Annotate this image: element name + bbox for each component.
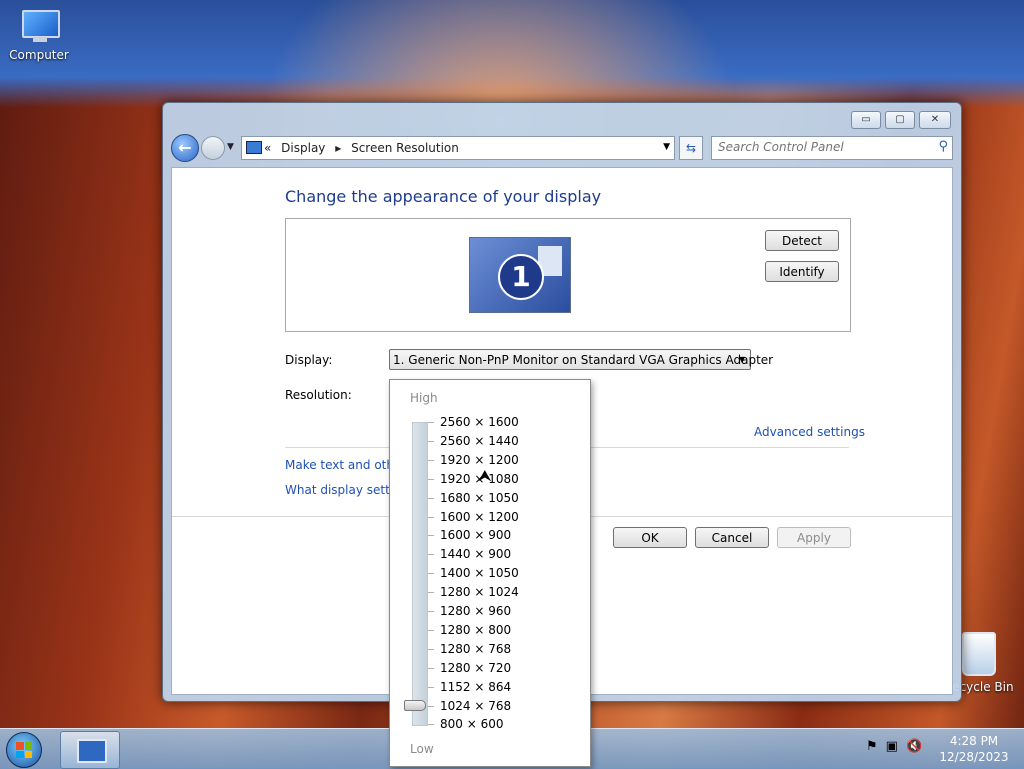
clock-time: 4:28 PM: [949, 734, 999, 748]
breadcrumb-display[interactable]: Display: [281, 141, 325, 155]
search-input[interactable]: [712, 137, 934, 157]
refresh-button[interactable]: ⇆: [679, 136, 703, 160]
action-center-icon[interactable]: ⚑: [866, 739, 878, 754]
identify-button[interactable]: Identify: [765, 261, 839, 282]
resolution-option[interactable]: 1600 × 900: [440, 528, 511, 542]
detect-button[interactable]: Detect: [765, 230, 839, 251]
search-box: ⚲: [711, 136, 953, 160]
resolution-option[interactable]: 1152 × 864: [440, 680, 511, 694]
breadcrumb-separator-icon[interactable]: ▸: [335, 141, 341, 155]
recent-pages-dropdown[interactable]: ▼: [227, 142, 234, 152]
resolution-option[interactable]: 2560 × 1600: [440, 415, 519, 429]
navigation-bar: ← ▼ « Display ▸ Screen Resolution ▼ ⇆ ⚲: [171, 133, 953, 162]
slider-tick: [428, 554, 434, 555]
network-icon[interactable]: ▣: [886, 739, 898, 754]
resolution-option[interactable]: 1600 × 1200: [440, 510, 519, 524]
volume-muted-icon[interactable]: 🔇: [906, 739, 922, 754]
resolution-option[interactable]: 1280 × 960: [440, 604, 511, 618]
resolution-option[interactable]: 1920 × 1200: [440, 453, 519, 467]
chevron-down-icon: ▼: [738, 355, 745, 364]
mouse-cursor-icon: ⮝: [478, 466, 492, 485]
slider-tick: [428, 630, 434, 631]
low-label: Low: [410, 742, 434, 756]
slider-tick: [428, 687, 434, 688]
refresh-icon: ⇆: [685, 141, 697, 155]
slider-tick: [428, 422, 434, 423]
ok-button[interactable]: OK: [613, 527, 687, 548]
caption-buttons: ▭ ▢ ✕: [847, 111, 951, 129]
slider-tick: [428, 649, 434, 650]
system-tray: ⚑ ▣ 🔇: [866, 739, 922, 754]
desktop-icon-computer[interactable]: Computer: [4, 10, 74, 62]
page-title: Change the appearance of your display: [285, 187, 602, 206]
slider-tick: [428, 535, 434, 536]
slider-tick: [428, 668, 434, 669]
address-dropdown-icon[interactable]: ▼: [663, 142, 670, 152]
advanced-settings-link[interactable]: Advanced settings: [754, 425, 865, 439]
resolution-option[interactable]: 1280 × 768: [440, 642, 511, 656]
display-select[interactable]: 1. Generic Non-PnP Monitor on Standard V…: [389, 349, 773, 370]
resolution-option[interactable]: 1024 × 768: [440, 699, 511, 713]
computer-icon: [18, 10, 60, 44]
search-icon[interactable]: ⚲: [938, 139, 948, 154]
taskbar-item-control-panel[interactable]: [60, 731, 120, 769]
display-preview: 1 Detect Identify: [285, 218, 851, 332]
resolution-option[interactable]: 1280 × 1024: [440, 585, 519, 599]
windows-logo-icon: [16, 742, 32, 758]
display-label: Display:: [285, 353, 333, 367]
slider-tick: [428, 592, 434, 593]
recycle-bin-icon: [962, 632, 996, 676]
control-panel-icon: [246, 141, 262, 154]
slider-tick: [428, 441, 434, 442]
slider-tick: [428, 611, 434, 612]
resolution-option[interactable]: 1280 × 800: [440, 623, 511, 637]
breadcrumb: « Display ▸ Screen Resolution: [264, 141, 465, 155]
clock-date: 12/28/2023: [939, 750, 1009, 764]
slider-tick: [428, 479, 434, 480]
cancel-button[interactable]: Cancel: [695, 527, 769, 548]
resolution-option[interactable]: 800 × 600: [440, 717, 504, 731]
resolution-dropdown: High 2560 × 1600 2560 × 1440 1920 × 1200 19…: [389, 379, 591, 767]
display-select-value: 1. Generic Non-PnP Monitor on Standard V…: [393, 353, 774, 367]
resolution-slider-track[interactable]: [412, 422, 428, 726]
monitor-number: 1: [498, 254, 544, 300]
slider-tick: [428, 573, 434, 574]
back-button[interactable]: ←: [171, 134, 199, 162]
start-button[interactable]: [6, 732, 42, 768]
minimize-button[interactable]: ▭: [851, 111, 881, 129]
clock[interactable]: 4:28 PM 12/28/2023: [934, 733, 1014, 765]
slider-tick: [428, 460, 434, 461]
slider-tick: [428, 517, 434, 518]
address-bar[interactable]: « Display ▸ Screen Resolution ▼: [241, 136, 675, 160]
apply-button[interactable]: Apply: [777, 527, 851, 548]
resolution-option[interactable]: 1280 × 720: [440, 661, 511, 675]
control-panel-icon: [77, 739, 107, 763]
slider-tick: [428, 724, 434, 725]
forward-button[interactable]: [201, 136, 225, 160]
back-arrow-icon: ←: [178, 138, 192, 157]
slider-tick: [428, 706, 434, 707]
resolution-label: Resolution:: [285, 388, 352, 402]
slider-tick: [428, 498, 434, 499]
breadcrumb-screen-resolution[interactable]: Screen Resolution: [351, 141, 459, 155]
monitor-1-icon[interactable]: 1: [469, 237, 571, 313]
maximize-button[interactable]: ▢: [885, 111, 915, 129]
resolution-slider-thumb[interactable]: [404, 700, 426, 711]
resolution-option[interactable]: 1440 × 900: [440, 547, 511, 561]
high-label: High: [410, 391, 438, 405]
close-button[interactable]: ✕: [919, 111, 951, 129]
resolution-option[interactable]: 1400 × 1050: [440, 566, 519, 580]
desktop-icon-label: Computer: [9, 48, 69, 62]
resolution-option[interactable]: 1680 × 1050: [440, 491, 519, 505]
resolution-option[interactable]: 2560 × 1440: [440, 434, 519, 448]
breadcrumb-overflow[interactable]: «: [264, 141, 271, 155]
